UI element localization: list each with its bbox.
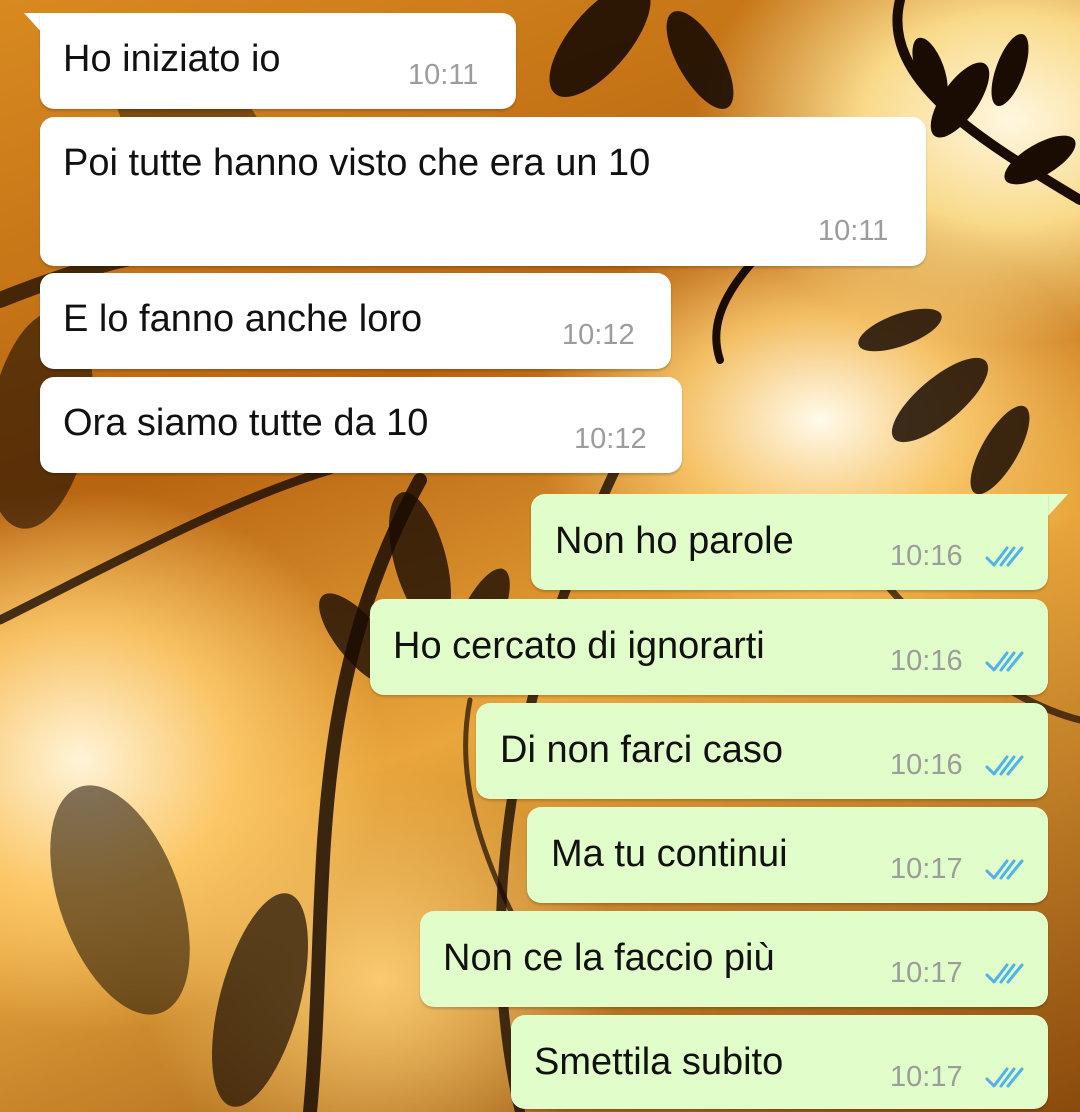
outgoing-message[interactable]: Ho cercato di ignorarti 10:16	[370, 599, 1048, 695]
double-check-icon	[985, 755, 1024, 776]
incoming-message[interactable]: Ho iniziato io 10:11	[40, 13, 516, 109]
message-text: Non ce la faccio più	[443, 937, 775, 979]
outgoing-message[interactable]: Smettila subito 10:17	[511, 1015, 1048, 1109]
double-check-icon	[985, 546, 1024, 567]
outgoing-message[interactable]: Non ce la faccio più 10:17	[420, 911, 1048, 1007]
double-check-icon	[985, 963, 1024, 984]
incoming-message[interactable]: Ora siamo tutte da 10 10:12	[40, 377, 682, 473]
message-time: 10:12	[574, 423, 647, 455]
outgoing-bubble-tail	[1048, 494, 1068, 516]
chat-thread: Ho iniziato io 10:11 Poi tutte hanno vis…	[0, 0, 1080, 1112]
double-check-icon	[985, 859, 1024, 880]
message-text: Smettila subito	[534, 1041, 784, 1083]
incoming-message[interactable]: E lo fanno anche loro 10:12	[40, 273, 671, 369]
message-time: 10:12	[562, 319, 635, 351]
double-check-icon	[985, 1067, 1024, 1088]
message-text: Non ho parole	[555, 520, 794, 562]
message-time: 10:11	[408, 59, 479, 91]
double-check-icon	[985, 651, 1024, 672]
message-text: Ora siamo tutte da 10	[63, 402, 429, 444]
outgoing-message[interactable]: Ma tu continui 10:17	[527, 807, 1048, 903]
message-text: Ma tu continui	[551, 833, 788, 875]
message-time: 10:11	[818, 215, 889, 247]
message-text: Di non farci caso	[500, 729, 784, 771]
outgoing-message[interactable]: Di non farci caso 10:16	[476, 703, 1048, 799]
incoming-message[interactable]: Poi tutte hanno visto che era un 10 10:1…	[40, 117, 926, 266]
message-time: 10:16	[890, 749, 963, 781]
message-text: E lo fanno anche loro	[63, 298, 423, 340]
message-text: Poi tutte hanno visto che era un 10	[63, 142, 651, 184]
message-time: 10:17	[890, 957, 963, 989]
outgoing-message[interactable]: Non ho parole 10:16	[531, 494, 1048, 590]
message-text: Ho cercato di ignorarti	[393, 625, 765, 667]
message-time: 10:16	[890, 645, 963, 677]
message-time: 10:17	[890, 1061, 963, 1093]
message-time: 10:16	[890, 540, 963, 572]
message-text: Ho iniziato io	[63, 38, 281, 80]
message-time: 10:17	[890, 853, 963, 885]
